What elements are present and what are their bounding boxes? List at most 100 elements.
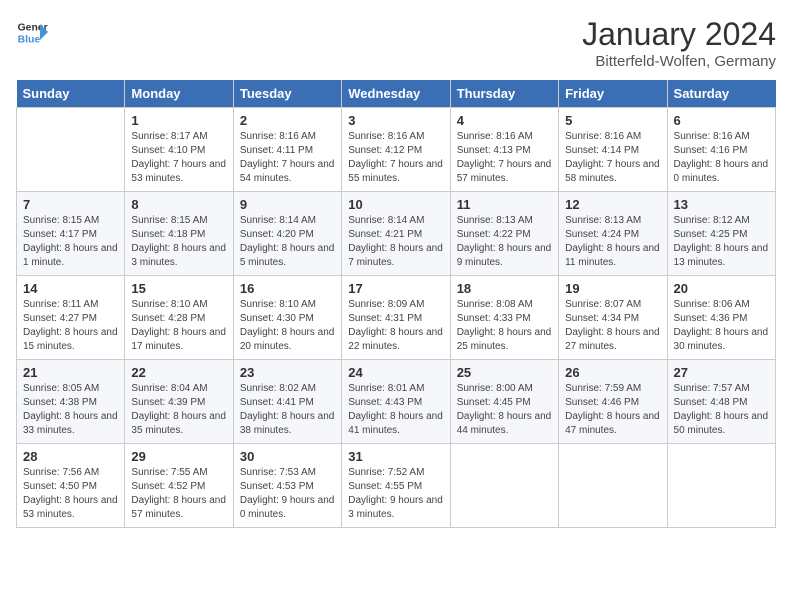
day-info: Sunrise: 8:09 AMSunset: 4:31 PMDaylight:… xyxy=(348,298,443,354)
day-info: Sunrise: 8:15 AMSunset: 4:17 PMDaylight:… xyxy=(23,214,118,270)
day-number: 20 xyxy=(674,281,769,296)
weekday-header-cell: Tuesday xyxy=(233,80,341,108)
calendar-day-cell: 25 Sunrise: 8:00 AMSunset: 4:45 PMDayligh… xyxy=(450,360,558,444)
day-number: 4 xyxy=(457,113,552,128)
title-block: January 2024 Bitterfeld-Wolfen, Germany xyxy=(582,16,776,70)
day-number: 7 xyxy=(23,197,118,212)
day-info: Sunrise: 8:15 AMSunset: 4:18 PMDaylight:… xyxy=(131,214,226,270)
day-info: Sunrise: 7:52 AMSunset: 4:55 PMDaylight:… xyxy=(348,466,443,522)
day-number: 2 xyxy=(240,113,335,128)
day-info: Sunrise: 8:04 AMSunset: 4:39 PMDaylight:… xyxy=(131,382,226,438)
weekday-header-cell: Saturday xyxy=(667,80,775,108)
calendar-day-cell: 21 Sunrise: 8:05 AMSunset: 4:38 PMDayligh… xyxy=(17,360,125,444)
day-info: Sunrise: 8:13 AMSunset: 4:22 PMDaylight:… xyxy=(457,214,552,270)
day-info: Sunrise: 8:02 AMSunset: 4:41 PMDaylight:… xyxy=(240,382,335,438)
day-info: Sunrise: 8:16 AMSunset: 4:12 PMDaylight:… xyxy=(348,130,443,186)
svg-text:Blue: Blue xyxy=(18,34,41,45)
day-number: 22 xyxy=(131,365,226,380)
calendar-week-row: 1 Sunrise: 8:17 AMSunset: 4:10 PMDaylight… xyxy=(17,108,776,192)
calendar-day-cell: 4Sunrise: 8:16 AMSunset: 4:13 PMDaylight… xyxy=(450,108,558,192)
day-info: Sunrise: 7:53 AMSunset: 4:53 PMDaylight:… xyxy=(240,466,335,522)
day-number: 17 xyxy=(348,281,443,296)
day-number: 8 xyxy=(131,197,226,212)
day-number: 13 xyxy=(674,197,769,212)
calendar-day-cell: 29Sunrise: 7:55 AMSunset: 4:52 PMDayligh… xyxy=(125,444,233,528)
day-info: Sunrise: 8:16 AMSunset: 4:16 PMDaylight:… xyxy=(674,130,769,186)
month-title: January 2024 xyxy=(582,16,776,53)
day-number: 6 xyxy=(674,113,769,128)
day-info: Sunrise: 8:14 AMSunset: 4:21 PMDaylight:… xyxy=(348,214,443,270)
day-number: 27 xyxy=(674,365,769,380)
day-number: 5 xyxy=(565,113,660,128)
day-info: Sunrise: 8:13 AMSunset: 4:24 PMDaylight:… xyxy=(565,214,660,270)
day-info: Sunrise: 8:12 AMSunset: 4:25 PMDaylight:… xyxy=(674,214,769,270)
day-info: Sunrise: 8:10 AMSunset: 4:30 PMDaylight:… xyxy=(240,298,335,354)
calendar-day-cell: 15 Sunrise: 8:10 AMSunset: 4:28 PMDayligh… xyxy=(125,276,233,360)
day-info: Sunrise: 7:56 AMSunset: 4:50 PMDaylight:… xyxy=(23,466,118,522)
calendar-week-row: 21 Sunrise: 8:05 AMSunset: 4:38 PMDayligh… xyxy=(17,360,776,444)
day-info: Sunrise: 8:14 AMSunset: 4:20 PMDaylight:… xyxy=(240,214,335,270)
weekday-header-cell: Friday xyxy=(559,80,667,108)
day-number: 19 xyxy=(565,281,660,296)
calendar-day-cell: 20 Sunrise: 8:06 AMSunset: 4:36 PMDayligh… xyxy=(667,276,775,360)
day-number: 16 xyxy=(240,281,335,296)
calendar-day-cell: 24Sunrise: 8:01 AMSunset: 4:43 PMDayligh… xyxy=(342,360,450,444)
calendar-day-cell xyxy=(450,444,558,528)
calendar-day-cell: 18 Sunrise: 8:08 AMSunset: 4:33 PMDayligh… xyxy=(450,276,558,360)
day-info: Sunrise: 7:59 AMSunset: 4:46 PMDaylight:… xyxy=(565,382,660,438)
calendar-day-cell: 5 Sunrise: 8:16 AMSunset: 4:14 PMDaylight… xyxy=(559,108,667,192)
calendar-day-cell: 1 Sunrise: 8:17 AMSunset: 4:10 PMDaylight… xyxy=(125,108,233,192)
day-number: 31 xyxy=(348,449,443,464)
day-number: 30 xyxy=(240,449,335,464)
day-info: Sunrise: 8:10 AMSunset: 4:28 PMDaylight:… xyxy=(131,298,226,354)
calendar-week-row: 28 Sunrise: 7:56 AMSunset: 4:50 PMDayligh… xyxy=(17,444,776,528)
day-info: Sunrise: 7:55 AMSunset: 4:52 PMDaylight:… xyxy=(131,466,226,522)
calendar-day-cell: 12 Sunrise: 8:13 AMSunset: 4:24 PMDayligh… xyxy=(559,192,667,276)
calendar-day-cell: 17 Sunrise: 8:09 AMSunset: 4:31 PMDayligh… xyxy=(342,276,450,360)
calendar-day-cell: 9Sunrise: 8:14 AMSunset: 4:20 PMDaylight… xyxy=(233,192,341,276)
day-number: 18 xyxy=(457,281,552,296)
calendar-day-cell: 31 Sunrise: 7:52 AMSunset: 4:55 PMDayligh… xyxy=(342,444,450,528)
weekday-header-cell: Sunday xyxy=(17,80,125,108)
day-number: 3 xyxy=(348,113,443,128)
calendar-day-cell: 11 Sunrise: 8:13 AMSunset: 4:22 PMDayligh… xyxy=(450,192,558,276)
day-number: 11 xyxy=(457,197,552,212)
day-info: Sunrise: 8:05 AMSunset: 4:38 PMDaylight:… xyxy=(23,382,118,438)
day-info: Sunrise: 8:11 AMSunset: 4:27 PMDaylight:… xyxy=(23,298,118,354)
day-number: 10 xyxy=(348,197,443,212)
calendar-week-row: 14 Sunrise: 8:11 AMSunset: 4:27 PMDayligh… xyxy=(17,276,776,360)
logo: General Blue xyxy=(16,16,48,48)
calendar-day-cell xyxy=(17,108,125,192)
day-info: Sunrise: 8:07 AMSunset: 4:34 PMDaylight:… xyxy=(565,298,660,354)
calendar-day-cell: 23Sunrise: 8:02 AMSunset: 4:41 PMDayligh… xyxy=(233,360,341,444)
day-number: 21 xyxy=(23,365,118,380)
calendar-day-cell: 26 Sunrise: 7:59 AMSunset: 4:46 PMDayligh… xyxy=(559,360,667,444)
calendar-day-cell: 14 Sunrise: 8:11 AMSunset: 4:27 PMDayligh… xyxy=(17,276,125,360)
day-info: Sunrise: 8:06 AMSunset: 4:36 PMDaylight:… xyxy=(674,298,769,354)
page-header: General Blue January 2024 Bitterfeld-Wol… xyxy=(16,16,776,70)
weekday-header-cell: Wednesday xyxy=(342,80,450,108)
day-number: 24 xyxy=(348,365,443,380)
calendar-day-cell: 3 Sunrise: 8:16 AMSunset: 4:12 PMDaylight… xyxy=(342,108,450,192)
calendar-day-cell: 30 Sunrise: 7:53 AMSunset: 4:53 PMDayligh… xyxy=(233,444,341,528)
day-info: Sunrise: 8:17 AMSunset: 4:10 PMDaylight:… xyxy=(131,130,226,186)
weekday-header-cell: Monday xyxy=(125,80,233,108)
calendar-day-cell: 16 Sunrise: 8:10 AMSunset: 4:30 PMDayligh… xyxy=(233,276,341,360)
day-info: Sunrise: 8:08 AMSunset: 4:33 PMDaylight:… xyxy=(457,298,552,354)
day-number: 15 xyxy=(131,281,226,296)
day-info: Sunrise: 8:16 AMSunset: 4:14 PMDaylight:… xyxy=(565,130,660,186)
day-number: 28 xyxy=(23,449,118,464)
weekday-header-row: SundayMondayTuesdayWednesdayThursdayFrid… xyxy=(17,80,776,108)
day-number: 12 xyxy=(565,197,660,212)
weekday-header-cell: Thursday xyxy=(450,80,558,108)
day-info: Sunrise: 7:57 AMSunset: 4:48 PMDaylight:… xyxy=(674,382,769,438)
calendar-day-cell: 13 Sunrise: 8:12 AMSunset: 4:25 PMDayligh… xyxy=(667,192,775,276)
day-number: 26 xyxy=(565,365,660,380)
day-number: 14 xyxy=(23,281,118,296)
calendar-table: SundayMondayTuesdayWednesdayThursdayFrid… xyxy=(16,80,776,528)
day-number: 25 xyxy=(457,365,552,380)
logo-icon: General Blue xyxy=(16,16,48,48)
calendar-day-cell: 8 Sunrise: 8:15 AMSunset: 4:18 PMDaylight… xyxy=(125,192,233,276)
day-number: 1 xyxy=(131,113,226,128)
day-info: Sunrise: 8:00 AMSunset: 4:45 PMDaylight:… xyxy=(457,382,552,438)
